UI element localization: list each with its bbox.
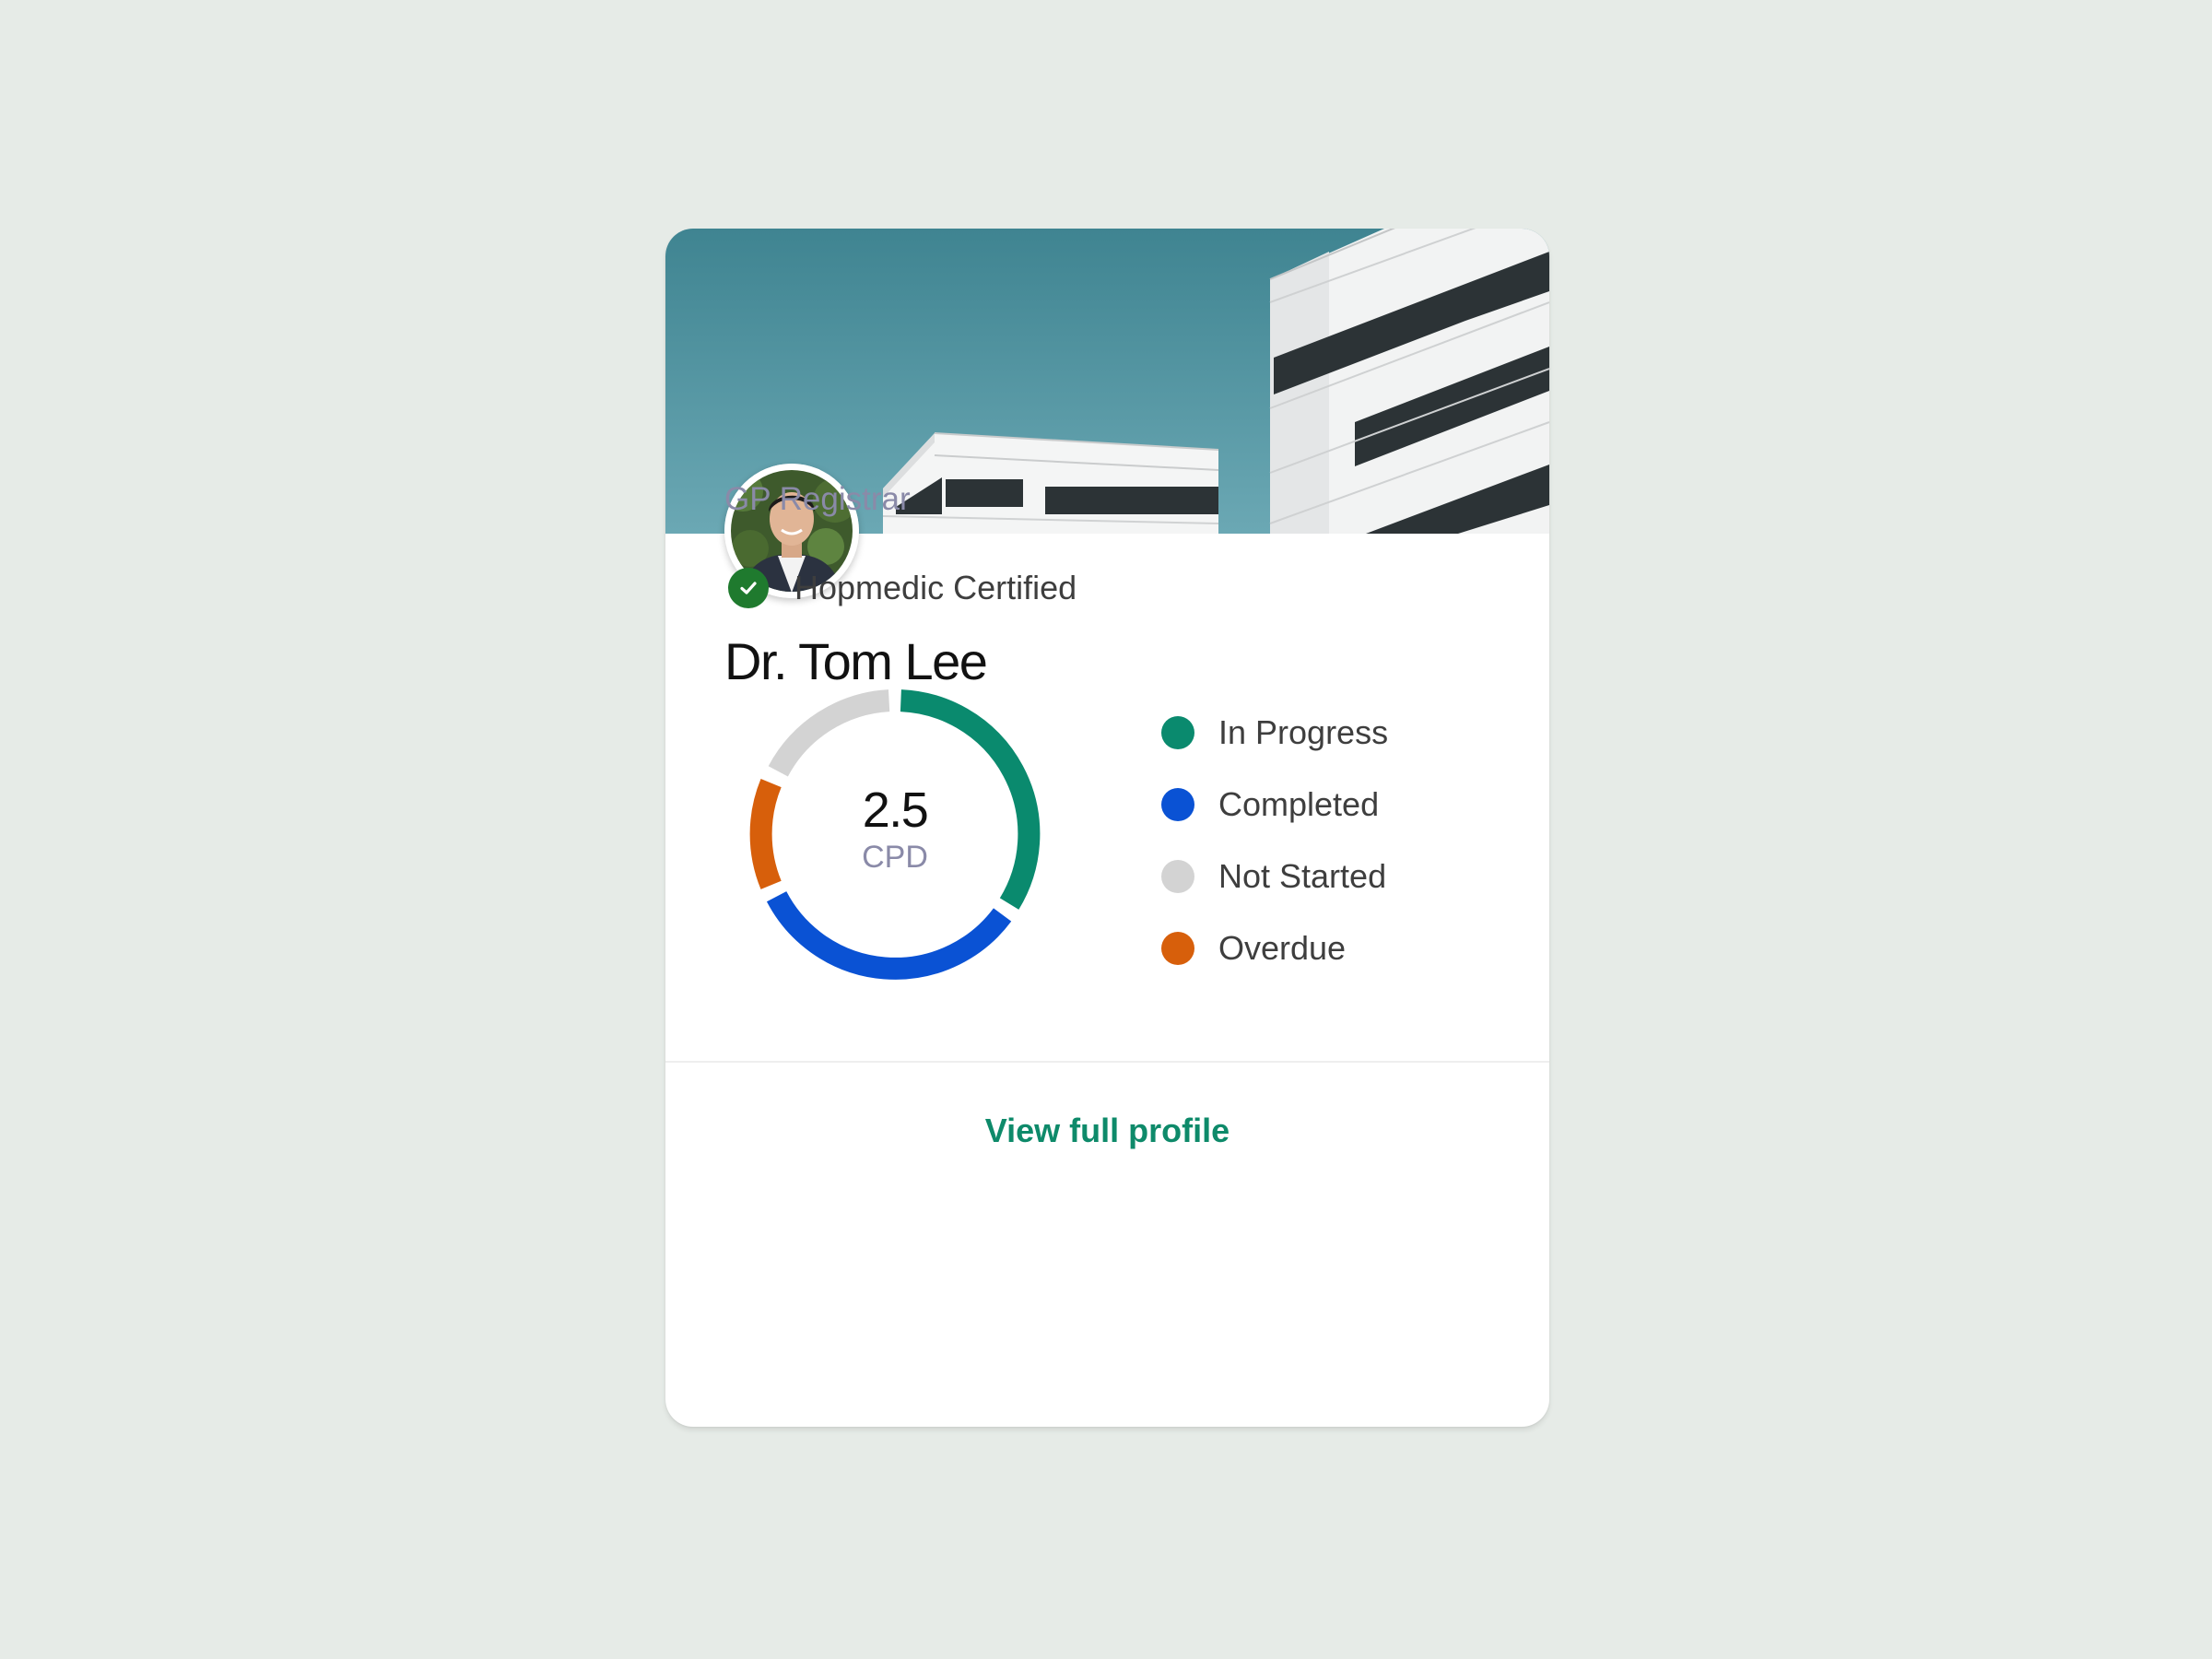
legend-label: Completed bbox=[1218, 785, 1380, 823]
cpd-legend: In Progress Completed Not Started Overdu… bbox=[1161, 697, 1388, 984]
cpd-value: 2.5 bbox=[862, 782, 929, 838]
legend-item-completed: Completed bbox=[1161, 769, 1388, 841]
legend-label: Overdue bbox=[1218, 929, 1347, 967]
legend-item-overdue: Overdue bbox=[1161, 912, 1388, 984]
legend-dot-in-progress bbox=[1161, 716, 1194, 749]
profile-name: Dr. Tom Lee bbox=[724, 632, 988, 690]
legend-dot-overdue bbox=[1161, 932, 1194, 965]
legend-label: Not Started bbox=[1218, 857, 1387, 895]
legend-label: In Progress bbox=[1218, 713, 1389, 751]
certification-badge: Hopmedic Certified bbox=[728, 566, 1077, 610]
profile-card: Dr. Tom Lee GP Registrar Hopmedic Certif… bbox=[665, 229, 1549, 1427]
certification-label: Hopmedic Certified bbox=[794, 569, 1077, 606]
legend-dot-not-started bbox=[1161, 860, 1194, 893]
check-circle-icon bbox=[728, 568, 769, 608]
legend-item-not-started: Not Started bbox=[1161, 841, 1388, 912]
legend-item-in-progress: In Progress bbox=[1161, 697, 1388, 769]
view-full-profile-link[interactable]: View full profile bbox=[665, 1063, 1549, 1198]
legend-dot-completed bbox=[1161, 788, 1194, 821]
profile-role: GP Registrar bbox=[724, 481, 911, 517]
cpd-unit: CPD bbox=[862, 840, 928, 875]
cpd-summary: 2.5 CPD bbox=[743, 682, 1047, 986]
